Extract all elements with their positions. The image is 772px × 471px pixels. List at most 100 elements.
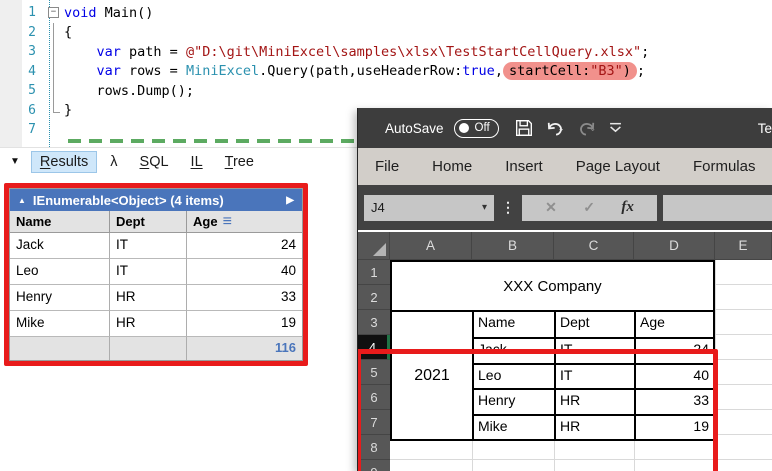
result-cell: 33	[187, 285, 302, 311]
tab-file[interactable]: File	[375, 158, 399, 175]
column-header-b[interactable]: B	[472, 232, 554, 259]
tab-results[interactable]: Results	[32, 152, 96, 172]
window-title: Te	[758, 121, 772, 136]
name-box[interactable]: J4 ▾	[364, 195, 494, 221]
results-column-headers: Name Dept Age≡	[10, 211, 302, 233]
results-header-bar[interactable]: ▲ IEnumerable<Object> (4 items) ▶	[10, 189, 302, 211]
fold-column	[44, 23, 64, 43]
cancel-icon[interactable]: ✕	[545, 199, 557, 216]
formula-bar-handle-icon[interactable]: ⋮	[501, 199, 515, 216]
tab-lambda[interactable]: λ	[102, 152, 125, 172]
row-header-1[interactable]: 1	[358, 260, 390, 285]
sheet-annotation-box	[358, 349, 718, 471]
ribbon-tabs: File Home Insert Page Layout Formulas	[358, 148, 772, 185]
line-number: 1	[0, 5, 44, 20]
autosave-toggle[interactable]: Off	[454, 119, 499, 138]
line-number: 5	[0, 83, 44, 98]
code-text: rows.Dump();	[64, 83, 194, 99]
namebox-dropdown-icon[interactable]: ▾	[482, 202, 487, 213]
customize-toolbar-icon[interactable]	[609, 122, 622, 134]
spreadsheet[interactable]: ABCDE 123456789 XXX Company 2021 NameDep…	[358, 230, 772, 471]
tab-home[interactable]: Home	[432, 158, 472, 175]
redo-group: ⌄	[577, 120, 596, 137]
formula-input[interactable]	[663, 195, 772, 221]
autosave-label: AutoSave	[385, 121, 444, 136]
enter-icon[interactable]: ✓	[583, 199, 595, 216]
fold-column: −	[44, 3, 64, 23]
result-cell: 24	[187, 233, 302, 259]
tab-page-layout[interactable]: Page Layout	[576, 158, 660, 175]
save-icon[interactable]	[515, 119, 533, 137]
fold-column	[44, 62, 64, 82]
fold-column	[44, 101, 64, 121]
annotation-highlight: startCell:"B3")	[503, 62, 637, 80]
result-cell: Henry	[10, 285, 110, 311]
line-number: 3	[0, 44, 44, 59]
code-text: }	[64, 102, 72, 118]
insert-function-icon[interactable]: fx	[621, 199, 634, 216]
toggle-knob-icon	[459, 123, 469, 133]
tab-sql[interactable]: SQL	[132, 152, 177, 172]
redo-dropdown-icon: ⌄	[589, 124, 596, 133]
tab-insert[interactable]: Insert	[505, 158, 543, 175]
formula-bar: J4 ▾ ⋮ ✕ ✓ fx	[358, 185, 772, 230]
fold-column	[44, 81, 64, 101]
result-cell: HR	[110, 285, 187, 311]
row-header-3[interactable]: 3	[358, 310, 390, 335]
fold-collapse-icon[interactable]: −	[48, 7, 59, 18]
undo-group[interactable]: ⌄	[546, 120, 565, 137]
collapse-pane-icon[interactable]: ▼	[10, 156, 20, 167]
line-number: 2	[0, 25, 44, 40]
sheet-cell[interactable]: Dept	[554, 312, 634, 337]
table-row: HenryHR33	[10, 285, 302, 311]
code-text: var path = @"D:\git\MiniExcel\samples\xl…	[64, 44, 649, 60]
code-text: var rows = MiniExcel.Query(path,useHeade…	[64, 63, 645, 79]
quick-access-toolbar: ⌄ ⌄	[515, 119, 622, 137]
tab-tree[interactable]: Tree	[217, 152, 262, 172]
sheet-cell[interactable]: Name	[474, 312, 554, 337]
column-header-dept[interactable]: Dept	[110, 211, 187, 232]
code-text: void Main()	[64, 5, 153, 21]
tab-il[interactable]: IL	[183, 152, 211, 172]
column-header-a[interactable]: A	[390, 232, 472, 259]
results-title: IEnumerable<Object> (4 items)	[33, 193, 224, 208]
collapse-icon[interactable]: ▲	[18, 196, 26, 205]
code-line[interactable]: 1−void Main()	[0, 3, 772, 23]
sheet-cell[interactable]: Age	[634, 312, 713, 337]
undo-dropdown-icon[interactable]: ⌄	[558, 124, 565, 133]
result-cell: Mike	[10, 311, 110, 337]
total-cell-empty	[10, 337, 110, 360]
select-all-icon	[373, 243, 386, 256]
excel-window: AutoSave Off ⌄ ⌄ Te File Home Insert Pag…	[357, 108, 772, 471]
total-value: 116	[187, 337, 302, 360]
column-header-c[interactable]: C	[554, 232, 634, 259]
results-annotation-box: ▲ IEnumerable<Object> (4 items) ▶ Name D…	[4, 183, 308, 366]
results-totals-row: 116	[10, 337, 302, 360]
sort-icon[interactable]: ≡	[223, 217, 232, 227]
table-row: MikeHR19	[10, 311, 302, 337]
formula-buttons: ✕ ✓ fx	[522, 195, 657, 221]
tab-formulas[interactable]: Formulas	[693, 158, 756, 175]
screen: { "editor": { "line_numbers": ["1","2","…	[0, 0, 772, 471]
column-header-e[interactable]: E	[715, 232, 772, 259]
row-header-2[interactable]: 2	[358, 285, 390, 310]
merged-cell-company[interactable]: XXX Company	[390, 260, 715, 312]
select-all-corner[interactable]	[358, 232, 390, 259]
code-line[interactable]: 3 var path = @"D:\git\MiniExcel\samples\…	[0, 42, 772, 62]
result-cell: 19	[187, 311, 302, 337]
code-line[interactable]: 5 rows.Dump();	[0, 81, 772, 101]
results-table: ▲ IEnumerable<Object> (4 items) ▶ Name D…	[9, 188, 303, 361]
code-line[interactable]: 2{	[0, 23, 772, 43]
result-cell: HR	[110, 311, 187, 337]
code-line[interactable]: 4 var rows = MiniExcel.Query(path,useHea…	[0, 62, 772, 82]
excel-titlebar: AutoSave Off ⌄ ⌄ Te	[358, 108, 772, 148]
table-row: JackIT24	[10, 233, 302, 259]
column-header-d[interactable]: D	[634, 232, 715, 259]
result-cell: IT	[110, 233, 187, 259]
expand-icon[interactable]: ▶	[286, 195, 294, 206]
result-cell: Leo	[10, 259, 110, 285]
sheet-column-headers: ABCDE	[358, 232, 772, 260]
column-header-name[interactable]: Name	[10, 211, 110, 232]
results-rows: JackIT24LeoIT40HenryHR33MikeHR19	[10, 233, 302, 337]
column-header-age[interactable]: Age≡	[187, 211, 302, 232]
